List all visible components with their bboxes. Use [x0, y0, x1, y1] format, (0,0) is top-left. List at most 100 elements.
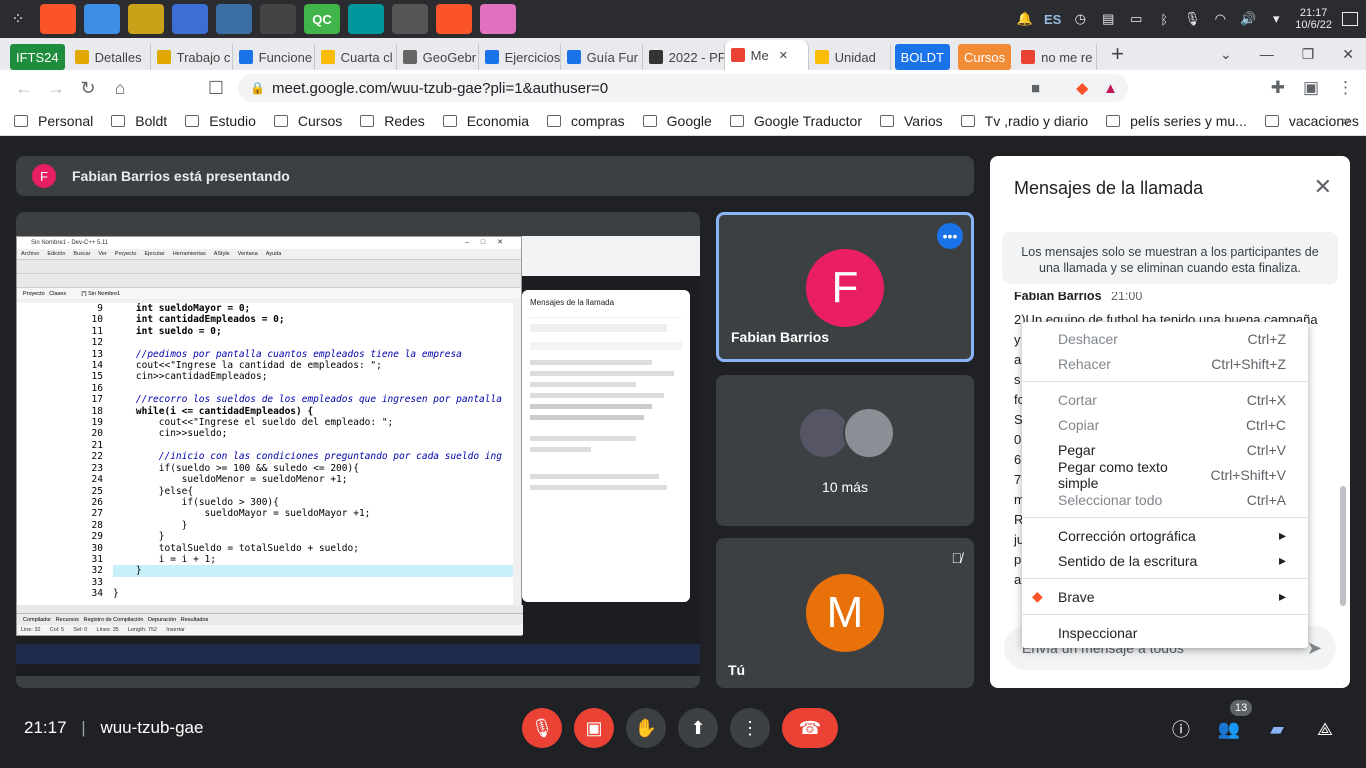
- bookmark-item[interactable]: pelís series y mu...: [1106, 113, 1247, 129]
- browser-tab[interactable]: Unidad: [809, 44, 891, 70]
- close-window-icon[interactable]: ✕: [1342, 46, 1354, 63]
- present-screen-button[interactable]: ⬆: [678, 708, 718, 748]
- clipboard-icon[interactable]: ▤: [1099, 10, 1117, 28]
- mic-muted-icon[interactable]: 🎙: [1183, 10, 1201, 28]
- camera-indicator-icon[interactable]: ■: [1031, 80, 1040, 97]
- context-menu-item[interactable]: Cortar Ctrl+X: [1022, 387, 1308, 412]
- new-tab-button[interactable]: +: [1111, 41, 1124, 67]
- shared-screen-tile[interactable]: Sin Nombre1 - Dev-C++ 5.11 –□✕ Archivo Ed…: [16, 212, 700, 688]
- minimize-window-icon[interactable]: —: [1260, 46, 1274, 63]
- participant-photo-2: [843, 407, 895, 459]
- toggle-camera-button[interactable]: ▣: [574, 708, 614, 748]
- keyboard-layout[interactable]: ES: [1044, 12, 1061, 27]
- maximize-window-icon[interactable]: ❐: [1302, 46, 1315, 63]
- browser-tab[interactable]: Detalles: [69, 44, 151, 70]
- context-menu-item[interactable]: ◆ Brave ▸: [1022, 584, 1308, 609]
- context-menu-item[interactable]: Copiar Ctrl+C: [1022, 412, 1308, 437]
- address-bar[interactable]: 🔒 meet.google.com/wuu-tzub-gae?pli=1&aut…: [238, 74, 1128, 102]
- bookmark-item[interactable]: compras: [546, 113, 625, 129]
- context-menu-item[interactable]: Seleccionar todo Ctrl+A: [1022, 487, 1308, 512]
- context-menu-item[interactable]: Sentido de la escritura ▸: [1022, 548, 1308, 573]
- browser-tab[interactable]: IFTS24: [10, 44, 65, 70]
- battery-icon[interactable]: ▭: [1127, 10, 1145, 28]
- bookmark-item[interactable]: Redes: [360, 113, 425, 129]
- browser-tab[interactable]: GeoGebr: [397, 44, 479, 70]
- activities-button[interactable]: ⟁: [1310, 714, 1340, 744]
- send-icon[interactable]: ➤: [1307, 638, 1322, 659]
- bluetooth-icon[interactable]: ᛒ: [1155, 10, 1173, 28]
- terminal-app-icon[interactable]: [260, 4, 296, 34]
- brave-rewards-icon[interactable]: ▲: [1103, 80, 1118, 97]
- browser-tab[interactable]: Funcione: [233, 44, 315, 70]
- files-app-icon[interactable]: [84, 4, 120, 34]
- chat-scrollbar[interactable]: [1340, 486, 1346, 606]
- tray-expand-icon[interactable]: ▾: [1267, 10, 1285, 28]
- arduino-app-icon[interactable]: [348, 4, 384, 34]
- participant-tile-me[interactable]: 🎙̸ M Tú: [716, 538, 974, 688]
- wallet-icon[interactable]: ▣: [1303, 78, 1319, 98]
- bookmark-item[interactable]: Tv ,radio y diario: [960, 113, 1088, 129]
- bookmark-icon[interactable]: ☐: [200, 72, 232, 104]
- more-options-button[interactable]: ⋮: [730, 708, 770, 748]
- close-chat-icon[interactable]: ✕: [1314, 174, 1332, 200]
- bookmark-item[interactable]: Boldt: [111, 113, 167, 129]
- notification-bell-icon[interactable]: 🔔: [1016, 10, 1034, 28]
- raise-hand-button[interactable]: ✋: [626, 708, 666, 748]
- network-app-icon[interactable]: [128, 4, 164, 34]
- browser-tab[interactable]: 2022 - PF: [643, 44, 725, 70]
- lock-icon[interactable]: 🔒: [250, 81, 265, 95]
- reload-icon[interactable]: ↻: [72, 72, 104, 104]
- context-menu-item[interactable]: Corrección ortográfica ▸: [1022, 523, 1308, 548]
- tab-search-icon[interactable]: ⌄: [1220, 46, 1232, 63]
- browser-tab[interactable]: Guía Fur: [561, 44, 643, 70]
- browser-tab[interactable]: Trabajo c: [151, 44, 233, 70]
- context-menu-item[interactable]: Deshacer Ctrl+Z: [1022, 326, 1308, 351]
- browser-tab[interactable]: BOLDT: [894, 44, 950, 70]
- bookmark-item[interactable]: Estudio: [185, 113, 256, 129]
- more-bookmarks-icon[interactable]: »: [1342, 112, 1350, 128]
- tile-options-icon[interactable]: •••: [937, 223, 963, 249]
- launcher-icon[interactable]: ⁘: [0, 9, 36, 29]
- system-tray: 🔔 ES ◷ ▤ ▭ ᛒ 🎙 ◠ 🔊 ▾ 21:17 10/6/22: [1016, 0, 1358, 38]
- extensions-icon[interactable]: ✚: [1271, 78, 1285, 98]
- qc-app-icon[interactable]: QC: [304, 4, 340, 34]
- context-menu-item[interactable]: Pegar como texto simple Ctrl+Shift+V: [1022, 459, 1308, 491]
- bookmark-item[interactable]: Cursos: [273, 113, 342, 129]
- bookmark-item[interactable]: Economia: [442, 113, 529, 129]
- context-menu-item[interactable]: Inspeccionar: [1022, 620, 1308, 645]
- participants-button[interactable]: 👥 13: [1214, 700, 1253, 744]
- leave-call-button[interactable]: ☎: [782, 708, 838, 748]
- history-icon[interactable]: ◷: [1071, 10, 1089, 28]
- bookmark-item[interactable]: Google Traductor: [729, 113, 862, 129]
- bookmark-item[interactable]: Varios: [880, 113, 943, 129]
- bookmark-item[interactable]: Google: [642, 113, 712, 129]
- app-blue-icon[interactable]: [172, 4, 208, 34]
- editor-app-icon[interactable]: [216, 4, 252, 34]
- browser-tab[interactable]: Cuarta cl: [315, 44, 397, 70]
- toggle-mic-button[interactable]: 🎙: [522, 708, 562, 748]
- meeting-details-button[interactable]: ⓘ: [1166, 714, 1196, 744]
- home-icon[interactable]: ⌂: [104, 72, 136, 104]
- brave-app-icon[interactable]: [40, 4, 76, 34]
- atom-app-icon[interactable]: [392, 4, 428, 34]
- volume-icon[interactable]: 🔊: [1239, 10, 1257, 28]
- browser-tab[interactable]: Cursos: [957, 44, 1012, 70]
- system-clock[interactable]: 21:17 10/6/22: [1295, 7, 1332, 31]
- participant-tile-more[interactable]: 10 más: [716, 375, 974, 526]
- brave-active-app-icon[interactable]: [436, 4, 472, 34]
- browser-tab[interactable]: no me re: [1015, 44, 1098, 70]
- close-tab-icon[interactable]: ✕: [779, 49, 788, 62]
- forward-icon[interactable]: →: [40, 72, 72, 104]
- brave-shields-icon[interactable]: ◆: [1076, 79, 1088, 97]
- bookmark-item[interactable]: Personal: [14, 113, 93, 129]
- wifi-icon[interactable]: ◠: [1211, 10, 1229, 28]
- browser-tab[interactable]: Me ✕: [724, 40, 809, 70]
- chat-button[interactable]: ▰: [1262, 714, 1292, 744]
- back-icon[interactable]: ←: [8, 72, 40, 104]
- context-menu-item[interactable]: Rehacer Ctrl+Shift+Z: [1022, 351, 1308, 376]
- pink-app-icon[interactable]: [480, 4, 516, 34]
- browser-tab[interactable]: Ejercicios: [479, 44, 561, 70]
- participant-tile-fabian[interactable]: ••• F Fabian Barrios: [716, 212, 974, 362]
- menu-icon[interactable]: ⋮: [1337, 78, 1354, 98]
- show-desktop-icon[interactable]: [1342, 12, 1358, 26]
